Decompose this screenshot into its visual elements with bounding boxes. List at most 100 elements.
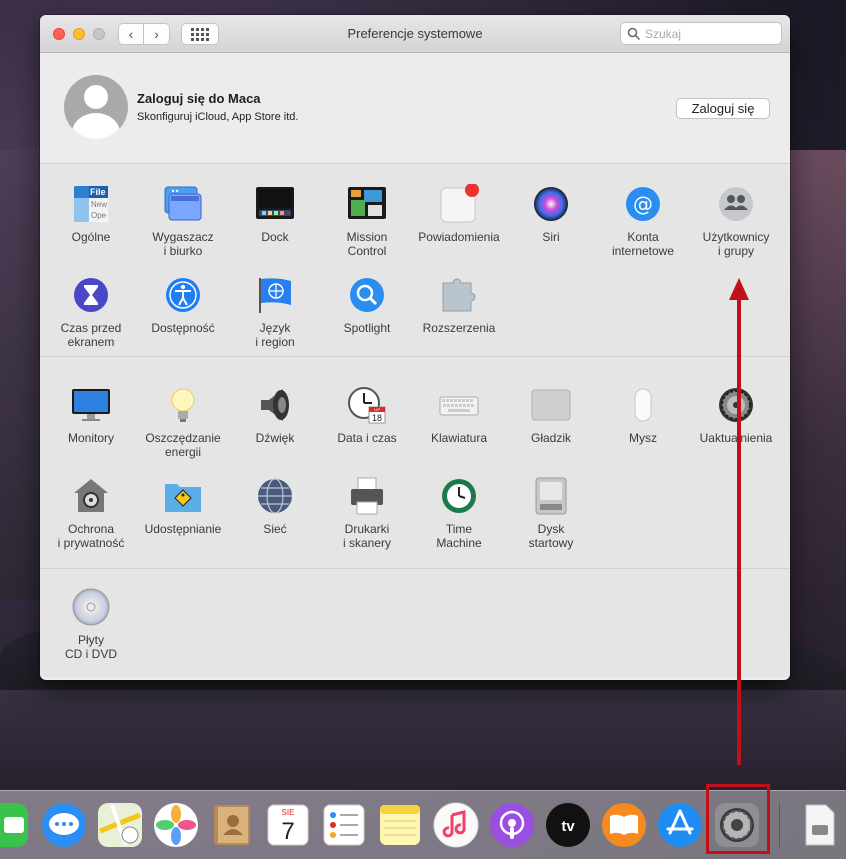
pane-startup-disk[interactable]: Dysk startowy — [505, 476, 597, 550]
other-panes-section: Płyty CD i DVD — [40, 569, 790, 677]
music-icon[interactable] — [432, 801, 480, 849]
books-icon[interactable] — [600, 801, 648, 849]
pane-keyboard[interactable]: Klawiatura — [413, 385, 505, 445]
security-privacy-icon — [71, 476, 111, 516]
pane-accessibility[interactable]: Dostępność — [137, 275, 229, 335]
pane-date-time[interactable]: LIP 18 Data i czas — [321, 385, 413, 445]
svg-text:Ope: Ope — [91, 211, 107, 220]
pane-label: Powiadomienia — [418, 230, 500, 244]
svg-text:@: @ — [633, 192, 653, 216]
dock-icon — [255, 184, 295, 224]
pane-displays[interactable]: Monitory — [45, 385, 137, 445]
spotlight-icon — [347, 275, 387, 315]
pane-dock[interactable]: Dock — [229, 184, 321, 244]
apple-id-section: Zaloguj się do Maca Skonfiguruj iCloud, … — [40, 53, 790, 164]
trackpad-icon — [531, 385, 571, 425]
calendar-icon[interactable]: SIE 7 — [264, 801, 312, 849]
svg-text:LIP: LIP — [374, 407, 380, 412]
messages-icon[interactable] — [40, 801, 88, 849]
pane-label: Dźwięk — [255, 431, 295, 445]
pane-label: Mysz — [629, 431, 657, 445]
svg-text:SIE: SIE — [282, 808, 295, 817]
apple-tv-icon[interactable]: tv — [544, 801, 592, 849]
avatar — [64, 75, 128, 139]
svg-text:File: File — [90, 187, 106, 197]
siri-icon — [531, 184, 571, 224]
reminders-icon[interactable] — [320, 801, 368, 849]
pane-label: Ogólne — [71, 230, 111, 244]
startup-disk-icon — [531, 476, 571, 516]
notifications-icon — [439, 183, 479, 224]
pane-label: Czas przed ekranem — [60, 321, 122, 349]
pane-label: Spotlight — [343, 321, 391, 335]
pane-label: Język i region — [255, 321, 295, 349]
pane-notifications[interactable]: Powiadomienia — [413, 183, 505, 244]
pane-label: Dysk startowy — [528, 522, 574, 550]
pane-label: Rozszerzenia — [422, 321, 496, 335]
pane-label: Gładzik — [530, 431, 571, 445]
pane-internet-accounts[interactable]: @ Konta internetowe — [597, 184, 689, 258]
pane-users-groups[interactable]: Użytkownicy i grupy — [690, 184, 782, 258]
svg-text:tv: tv — [561, 818, 575, 835]
photos-icon[interactable] — [152, 801, 200, 849]
keyboard-icon — [439, 385, 479, 425]
downloads-icon[interactable] — [796, 801, 844, 849]
pane-sound[interactable]: Dźwięk — [229, 385, 321, 445]
annotation-highlight-box — [706, 784, 770, 854]
personal-panes-section: File New Ope Ogólne Wygaszacz i biurko D… — [40, 164, 790, 357]
pane-label: Udostępnianie — [144, 522, 222, 536]
displays-icon — [71, 385, 111, 425]
users-groups-icon — [716, 184, 756, 224]
maps-icon[interactable] — [96, 801, 144, 849]
pane-time-machine[interactable]: Time Machine — [413, 476, 505, 550]
search-field[interactable] — [620, 22, 782, 45]
sign-in-button[interactable]: Zaloguj się — [676, 98, 770, 119]
pane-desktop-screensaver[interactable]: Wygaszacz i biurko — [137, 184, 229, 258]
pane-printers-scanners[interactable]: Drukarki i skanery — [321, 476, 413, 550]
pane-software-update[interactable]: Uaktualnienia — [690, 385, 782, 445]
pane-sharing[interactable]: Udostępnianie — [137, 476, 229, 536]
software-update-icon — [716, 385, 756, 425]
pane-label: Data i czas — [337, 431, 397, 445]
pane-label: Dock — [261, 230, 289, 244]
printers-scanners-icon — [347, 476, 387, 516]
pane-network[interactable]: Sieć — [229, 476, 321, 536]
search-input[interactable] — [645, 26, 775, 41]
pane-security-privacy[interactable]: Ochrona i prywatność — [45, 476, 137, 550]
pane-mouse[interactable]: Mysz — [597, 385, 689, 445]
pane-general[interactable]: File New Ope Ogólne — [45, 184, 137, 244]
wallpaper-cliff-left — [0, 150, 40, 600]
facetime-icon[interactable] — [0, 801, 30, 849]
general-icon: File New Ope — [71, 184, 111, 224]
time-machine-icon — [439, 476, 479, 516]
pane-label: Siri — [542, 230, 560, 244]
pane-label: Konta internetowe — [611, 230, 675, 258]
pane-label: Wygaszacz i biurko — [152, 230, 214, 258]
network-icon — [255, 476, 295, 516]
system-preferences-window: ‹ › Preferencje systemowe Zaloguj się do… — [40, 15, 790, 680]
pane-spotlight[interactable]: Spotlight — [321, 275, 413, 335]
notes-icon[interactable] — [376, 801, 424, 849]
language-region-icon — [255, 275, 295, 315]
pane-language-region[interactable]: Język i region — [229, 275, 321, 349]
pane-label: Klawiatura — [430, 431, 488, 445]
podcasts-icon[interactable] — [488, 801, 536, 849]
pane-screen-time[interactable]: Czas przed ekranem — [45, 275, 137, 349]
annotation-arrow-head — [729, 278, 749, 300]
pane-extensions[interactable]: Rozszerzenia — [413, 275, 505, 335]
pane-trackpad[interactable]: Gładzik — [505, 385, 597, 445]
sign-in-title: Zaloguj się do Maca — [137, 91, 261, 106]
app-store-icon[interactable] — [656, 801, 704, 849]
cds-dvds-icon — [71, 587, 111, 627]
pane-energy-saver[interactable]: Oszczędzanie energii — [137, 385, 229, 459]
pane-label: Mission Control — [346, 230, 388, 258]
extensions-icon — [439, 275, 479, 315]
pane-mission-control[interactable]: Mission Control — [321, 184, 413, 258]
pane-siri[interactable]: Siri — [505, 184, 597, 244]
mouse-icon — [623, 385, 663, 425]
title-bar: ‹ › Preferencje systemowe — [40, 15, 790, 53]
pane-label: Time Machine — [436, 522, 482, 550]
contacts-icon[interactable] — [208, 801, 256, 849]
search-icon — [627, 27, 641, 40]
pane-cds-dvds[interactable]: Płyty CD i DVD — [45, 587, 137, 661]
